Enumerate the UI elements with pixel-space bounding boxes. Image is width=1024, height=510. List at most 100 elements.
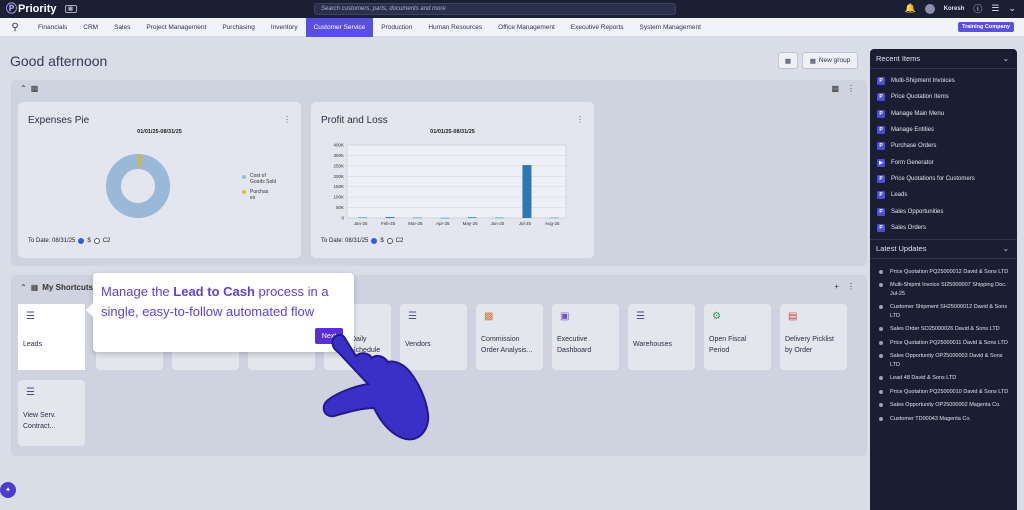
update-item[interactable]: Sales Opportunity OP25000003 David & Son…: [870, 352, 1017, 369]
update-text: Customer TD00043 Magenta Co.: [890, 415, 971, 422]
bullet-icon: [879, 416, 883, 421]
user-name[interactable]: Koresh: [944, 6, 965, 12]
menu-human-resources[interactable]: Human Resources: [420, 18, 490, 37]
currency-c2-radio[interactable]: [386, 238, 393, 244]
bar-jan-25[interactable]: [358, 217, 368, 218]
more-icon[interactable]: ⋮: [847, 84, 855, 93]
recent-items-title: Recent Items: [876, 54, 921, 63]
recent-item[interactable]: P Purchase Orders: [870, 138, 1017, 154]
legend-swatch-cogs: [242, 175, 246, 179]
update-item[interactable]: Lead 48 David & Sons LTD: [870, 374, 1017, 383]
menu-customer-service[interactable]: Customer Service: [305, 17, 374, 37]
update-text: Sales Opportunity OP25000003 David & Son…: [890, 353, 1003, 368]
priority-logo-icon: Ⓟ: [6, 2, 17, 15]
recent-item[interactable]: P Sales Opportunities: [870, 203, 1017, 219]
menu-sales[interactable]: Sales: [106, 18, 138, 37]
menu-project-management[interactable]: Project Management: [138, 18, 214, 37]
company-badge[interactable]: Training Company: [958, 22, 1014, 32]
menu-crm[interactable]: CRM: [75, 18, 106, 37]
recent-item[interactable]: ▶ Form Generator: [870, 154, 1017, 170]
recent-item[interactable]: P Multi-Shipment Invoices: [870, 73, 1017, 89]
shortcut-executive-dashboard[interactable]: ▣ Executive Dashboard: [552, 304, 619, 370]
menu-office-management[interactable]: Office Management: [490, 18, 563, 37]
chart-settings-button[interactable]: ▩: [778, 52, 798, 69]
grid-icon: ▦: [30, 283, 39, 292]
help-icon[interactable]: ⓘ: [973, 2, 982, 15]
new-group-button[interactable]: ▦ New group: [802, 52, 858, 69]
assistant-fab-icon[interactable]: ✦: [0, 482, 16, 498]
bar-feb-25[interactable]: [385, 217, 395, 218]
shortcut-open-fiscal-period[interactable]: ⚙ Open Fiscal Period: [704, 304, 771, 370]
add-icon[interactable]: +: [834, 282, 839, 291]
latest-updates-header[interactable]: Latest Updates ⌄: [870, 238, 1017, 259]
update-item[interactable]: Price Quotation PQ25000012 David & Sons …: [870, 268, 1017, 277]
update-item[interactable]: Sales Order SO25000026 David & Sons LTD: [870, 325, 1017, 334]
menu-production[interactable]: Production: [373, 18, 420, 37]
chevron-down-icon[interactable]: ⌄: [1008, 3, 1016, 14]
recent-items-header[interactable]: Recent Items ⌄: [870, 49, 1017, 69]
update-item[interactable]: Price Quotation PQ25000011 David & Sons …: [870, 339, 1017, 348]
recent-item[interactable]: P Manage Main Menu: [870, 106, 1017, 122]
bar-chart-icon[interactable]: ▩: [831, 84, 839, 93]
collapse-icon[interactable]: ⌃: [20, 283, 27, 292]
bar-chart-icon: ▩: [30, 84, 39, 93]
bell-icon[interactable]: 🔔: [904, 3, 915, 14]
search-icon[interactable]: ⚲: [0, 22, 30, 33]
priority-form-icon: P: [877, 207, 885, 216]
recent-item[interactable]: P Leads: [870, 187, 1017, 203]
bar-may-25[interactable]: [467, 217, 477, 218]
list-icon: ☰: [26, 311, 35, 322]
more-icon[interactable]: ⋮: [847, 282, 855, 291]
tile-label: Warehouses: [633, 341, 673, 348]
recent-item[interactable]: P Sales Orders: [870, 220, 1017, 236]
update-item[interactable]: Customer TD00043 Magenta Co.: [870, 415, 1017, 424]
menu-system-management[interactable]: System Management: [632, 18, 709, 37]
shortcut-delivery-picklist[interactable]: ▤ Delivery Picklist by Order: [780, 304, 847, 370]
chevron-down-icon[interactable]: ⌄: [1003, 244, 1009, 253]
currency-c2-radio[interactable]: [93, 238, 100, 244]
shortcut-leads[interactable]: ☰ Leads: [18, 304, 85, 370]
shortcuts-tools: + ⋮: [834, 282, 855, 291]
currency-dollar-radio[interactable]: [78, 238, 85, 244]
bar-jun-25[interactable]: [495, 217, 505, 219]
shortcut-view-serv-contract[interactable]: ☰ View Serv. Contract...: [18, 380, 85, 446]
shortcut-commission-order-analysis[interactable]: ▩ Commission Order Analysis...: [476, 304, 543, 370]
bar-jul-25[interactable]: [522, 165, 532, 218]
menu-purchasing[interactable]: Purchasing: [214, 18, 263, 37]
top-right-tools: 🔔 Koresh ⓘ ☰ ⌄: [904, 2, 1016, 15]
brand-name: Priority: [18, 3, 57, 15]
bullet-icon: [879, 283, 883, 288]
menu-executive-reports[interactable]: Executive Reports: [563, 18, 632, 37]
recent-item[interactable]: P Price Quotation Items: [870, 89, 1017, 105]
brand-logo[interactable]: Ⓟ Priority ▤: [6, 3, 77, 15]
avatar[interactable]: [924, 3, 935, 14]
chevron-down-icon[interactable]: ⌄: [1003, 54, 1009, 63]
update-item[interactable]: Multi-Shipmt Invoice SI25000007 Shipping…: [870, 281, 1017, 298]
menu-financials[interactable]: Financials: [30, 18, 75, 37]
menu-toggle-icon[interactable]: ▤: [64, 5, 77, 13]
recent-item[interactable]: P Price Quotations for Customers: [870, 171, 1017, 187]
global-search-input[interactable]: Search customers, parts, documents and m…: [314, 3, 676, 15]
update-item[interactable]: Sales Opportunity OP25000002 Magenta Co.: [870, 401, 1017, 410]
tooltip-text: Manage the Lead to Cash process in a sin…: [101, 282, 346, 322]
shortcut-warehouses[interactable]: ☰ Warehouses: [628, 304, 695, 370]
collapse-icon[interactable]: ⌃: [20, 84, 27, 93]
menu-inventory[interactable]: Inventory: [263, 18, 306, 37]
currency-dollar-radio[interactable]: [371, 238, 378, 244]
update-text: Sales Order SO25000026 David & Sons LTD: [890, 326, 1000, 333]
priority-form-icon: P: [877, 174, 885, 183]
bar-apr-25[interactable]: [440, 217, 450, 219]
document-icon: ▤: [788, 311, 798, 322]
charts-group-header: ⌃ ▩: [20, 84, 38, 93]
priority-form-icon: P: [877, 109, 885, 118]
pie-slice-cost-of-goods[interactable]: [106, 154, 170, 218]
bar-aug-25[interactable]: [549, 217, 559, 219]
recent-item-label: Price Quotation Items: [891, 94, 949, 101]
hamburger-icon[interactable]: ☰: [991, 3, 999, 14]
report-chart-icon: ▩: [484, 311, 494, 322]
update-item[interactable]: Price Quotation PQ25000010 David & Sons …: [870, 388, 1017, 397]
update-item[interactable]: Customer Shipment SH25000012 David & Son…: [870, 303, 1017, 320]
bar-mar-25[interactable]: [412, 217, 422, 219]
right-panel: Recent Items ⌄ P Multi-Shipment Invoices …: [870, 49, 1017, 510]
recent-item[interactable]: P Manage Entities: [870, 122, 1017, 138]
